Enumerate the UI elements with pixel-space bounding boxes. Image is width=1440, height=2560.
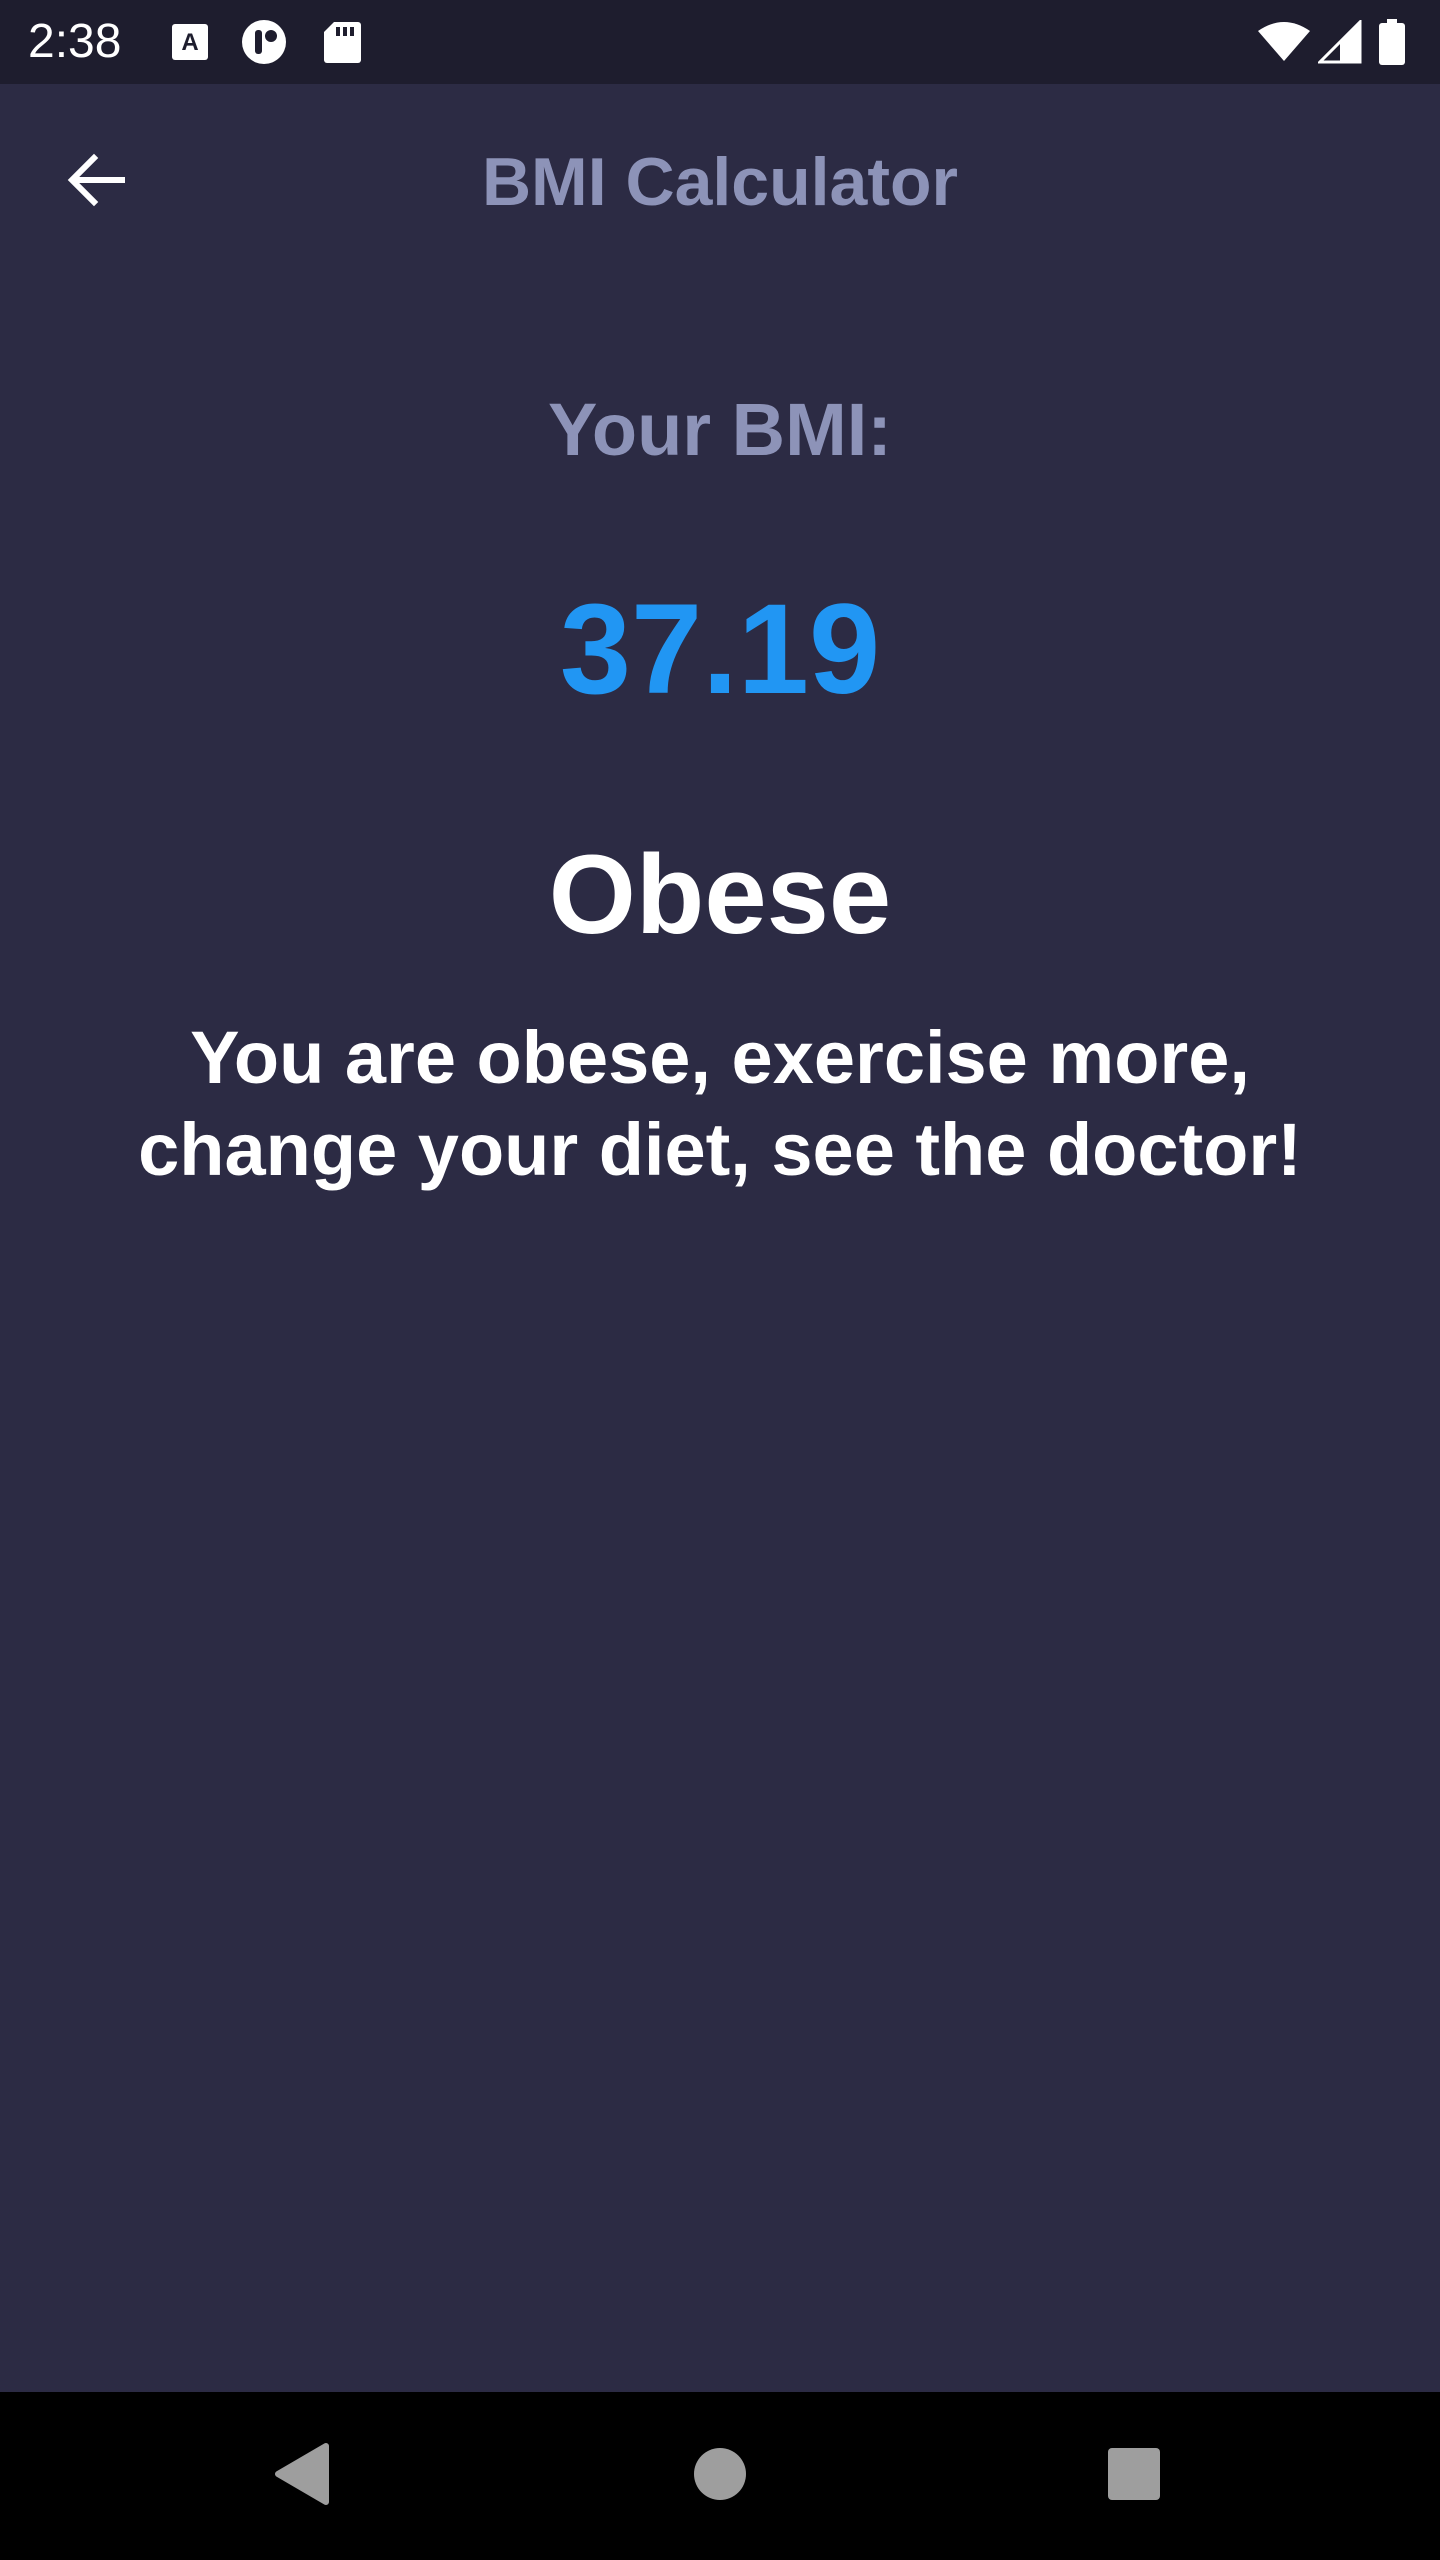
home-circle-icon [692, 2446, 748, 2507]
result-heading: Your BMI: [548, 388, 892, 471]
signal-icon [1316, 18, 1364, 66]
font-a-icon: A [166, 18, 214, 66]
battery-icon [1372, 18, 1412, 66]
app-circle-icon [240, 18, 288, 66]
back-button[interactable] [48, 134, 144, 230]
nav-recents-button[interactable] [1084, 2426, 1184, 2526]
svg-text:A: A [181, 29, 198, 56]
system-nav-bar [0, 2392, 1440, 2560]
back-triangle-icon [270, 2442, 330, 2511]
bmi-value: 37.19 [559, 578, 881, 721]
arrow-back-icon [64, 148, 128, 217]
wifi-icon [1256, 18, 1312, 66]
bmi-category: Obese [548, 832, 892, 957]
bmi-advice: You are obese, exercise more, change you… [138, 1016, 1302, 1191]
app-bar: BMI Calculator [0, 84, 1440, 280]
nav-back-button[interactable] [250, 2426, 350, 2526]
status-bar: 2:38 A [0, 0, 1440, 84]
bmi-result-screen: 2:38 A BMI Calculator Your BMI: 37.19 Ob… [0, 0, 1440, 2560]
sd-card-icon [318, 18, 366, 66]
recents-square-icon [1106, 2446, 1162, 2507]
page-title: BMI Calculator [481, 144, 959, 220]
nav-home-button[interactable] [670, 2426, 770, 2526]
status-time: 2:38 [28, 15, 122, 68]
